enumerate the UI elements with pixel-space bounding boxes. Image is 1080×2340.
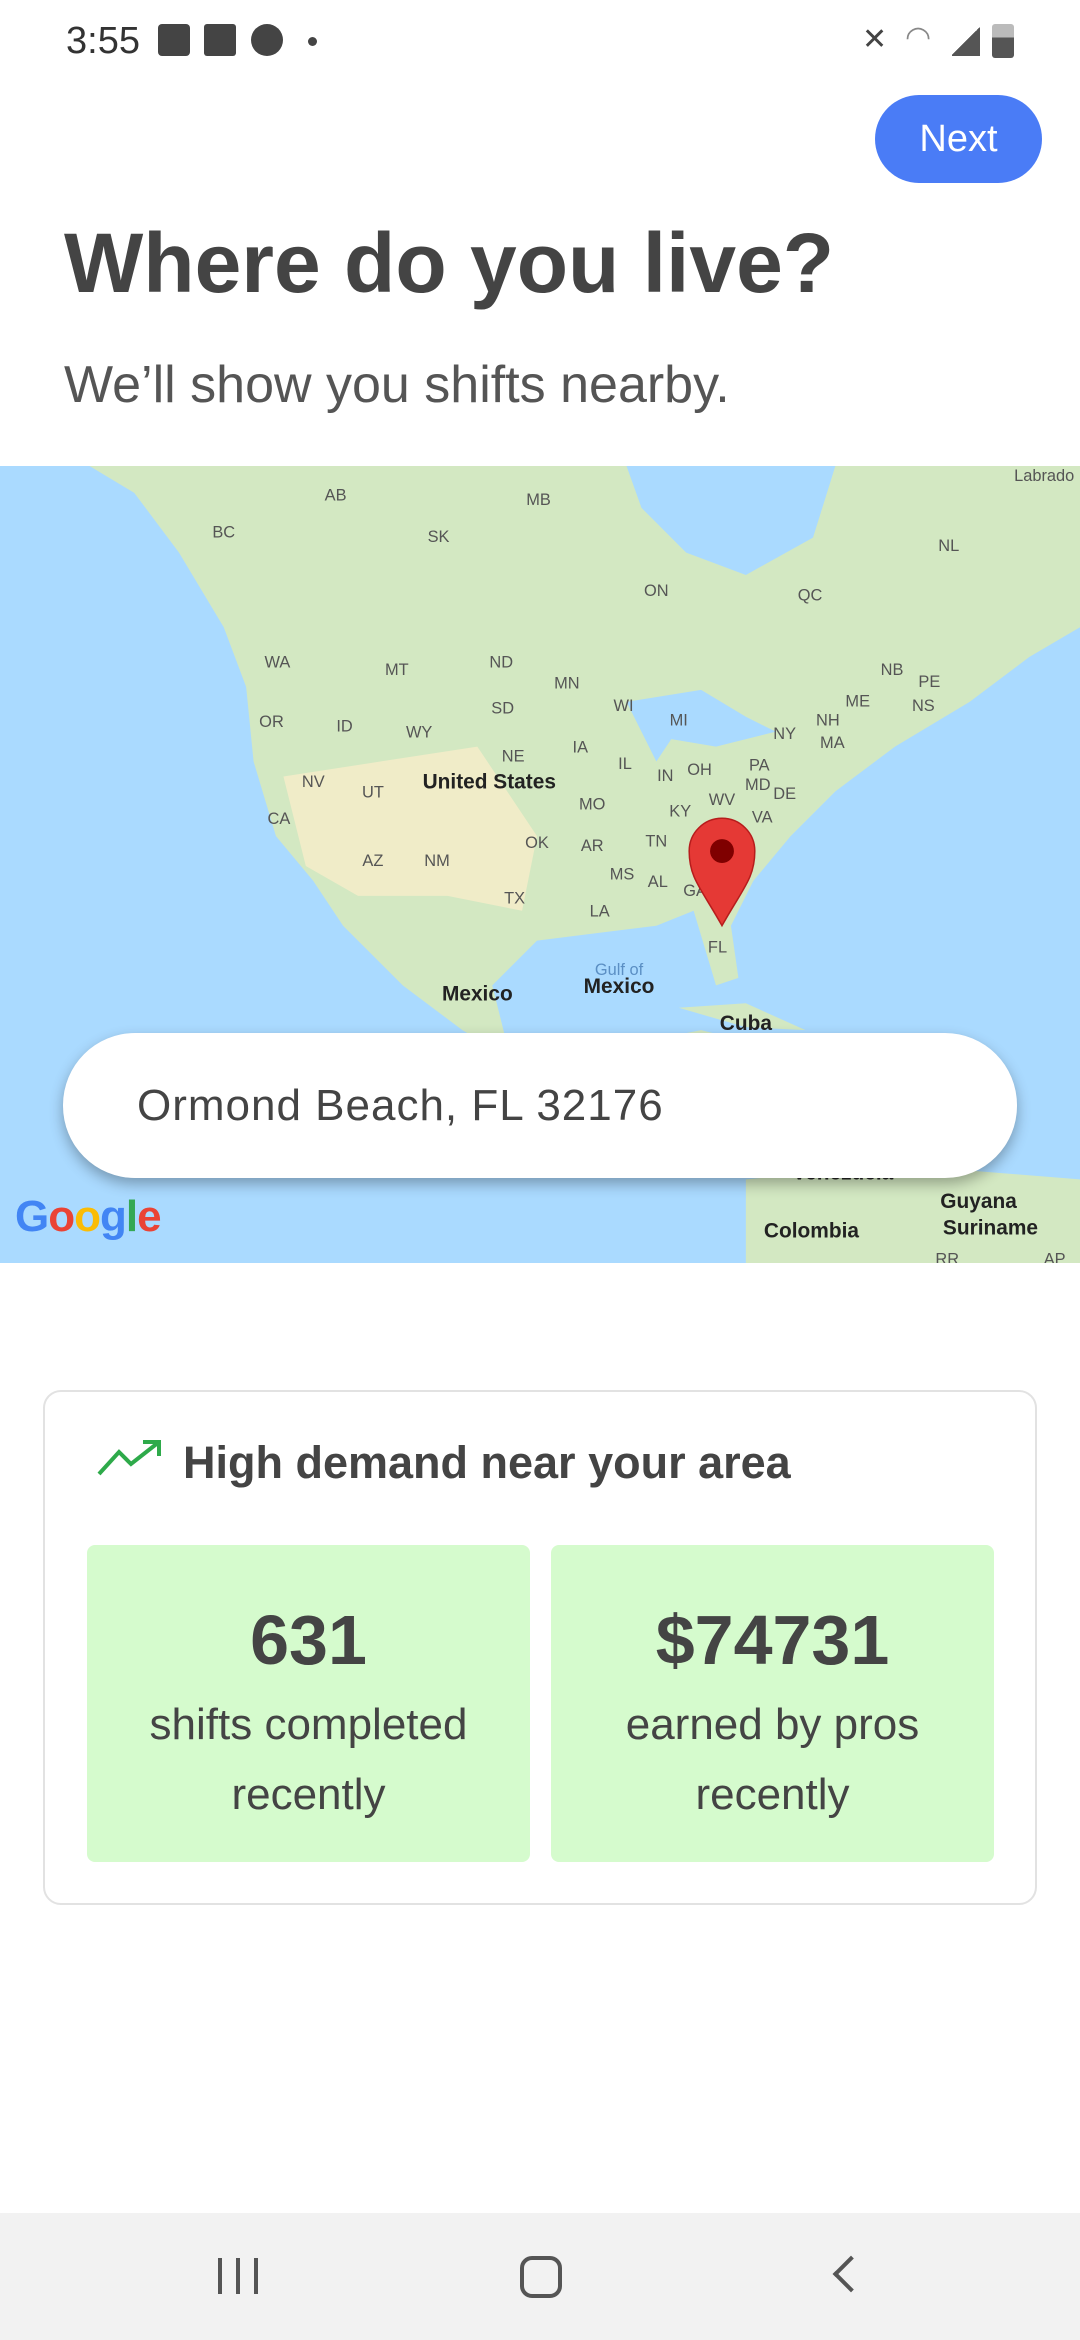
map-label: Colombia xyxy=(764,1220,859,1243)
map-label: NV xyxy=(302,773,325,791)
clock: 3:55 xyxy=(66,20,140,62)
wifi-icon: ◠ xyxy=(905,21,932,54)
map-label: NM xyxy=(424,852,450,870)
map-label: IL xyxy=(618,755,632,773)
map-label: MB xyxy=(526,491,551,509)
map-label: DE xyxy=(773,785,796,803)
map-label: MI xyxy=(670,712,688,730)
map-label: NS xyxy=(912,697,935,715)
map-label: IA xyxy=(573,739,589,757)
google-logo: Google xyxy=(15,1192,162,1241)
map-label: Suriname xyxy=(943,1217,1038,1240)
map-label: NH xyxy=(816,712,840,730)
map-label: MA xyxy=(820,734,845,752)
mute-icon: ✕ xyxy=(862,23,888,56)
map-label: MD xyxy=(745,776,771,794)
map-label: ND xyxy=(489,653,513,671)
map-label: QC xyxy=(798,586,823,604)
navigation-bar xyxy=(0,2213,1080,2340)
map-label: TN xyxy=(645,833,667,851)
recents-button[interactable] xyxy=(218,2258,258,2294)
map-label: WI xyxy=(614,697,634,715)
map-label: NY xyxy=(773,725,796,743)
stat-tile-shifts: 631 shifts completed recently xyxy=(87,1545,530,1862)
map-label: MO xyxy=(579,795,605,813)
trending-up-icon xyxy=(97,1440,161,1476)
back-button[interactable] xyxy=(832,2255,870,2293)
map-label: LA xyxy=(590,903,610,921)
map-label: United States xyxy=(423,770,556,793)
map-label: WY xyxy=(406,724,432,742)
map-label: SK xyxy=(428,528,450,546)
map-label: AL xyxy=(648,873,668,891)
signal-icon xyxy=(952,26,980,56)
map-label: OR xyxy=(259,713,284,731)
map-label: Mexico xyxy=(442,982,513,1005)
map-label: AR xyxy=(581,837,604,855)
home-button[interactable] xyxy=(520,2256,562,2298)
map-label: WA xyxy=(265,653,291,671)
account-icon xyxy=(251,24,283,56)
map-label: NB xyxy=(881,661,904,679)
map-label: ME xyxy=(845,692,870,710)
map-label: TX xyxy=(504,889,525,907)
map-label: NL xyxy=(938,537,959,555)
map-label: Guyana xyxy=(940,1190,1017,1213)
map-label: KY xyxy=(669,803,691,821)
demand-title: High demand near your area xyxy=(183,1437,791,1488)
map-label: WV xyxy=(709,791,735,809)
map-label: Cuba xyxy=(720,1012,773,1035)
map-label: Mexico xyxy=(584,975,655,998)
battery-icon xyxy=(992,24,1014,58)
map-label: SD xyxy=(491,700,514,718)
map-label: MN xyxy=(554,674,580,692)
stat-label: earned by pros recently xyxy=(625,1700,920,1819)
map-label: AZ xyxy=(362,852,383,870)
stat-value: 631 xyxy=(250,1601,367,1679)
map-label: AB xyxy=(325,486,347,504)
map-label: AP xyxy=(1044,1250,1066,1263)
map-label: VA xyxy=(752,809,773,827)
map-label: ON xyxy=(644,582,669,600)
map-label: IN xyxy=(657,767,673,785)
location-input[interactable]: Ormond Beach, FL 32176 xyxy=(63,1033,1017,1178)
map-label: FL xyxy=(708,939,727,957)
dot-icon xyxy=(308,37,317,46)
next-button[interactable]: Next xyxy=(875,95,1042,183)
map-label: CA xyxy=(268,810,291,828)
map-label: UT xyxy=(362,783,384,801)
map-label: RR xyxy=(935,1250,959,1263)
map-label: NE xyxy=(502,748,525,766)
page-subtitle: We’ll show you shifts nearby. xyxy=(64,356,730,414)
stat-tile-earnings: $74731 earned by pros recently xyxy=(551,1545,994,1862)
map-label: MS xyxy=(610,865,635,883)
status-bar: 3:55 ✕ ◠ xyxy=(0,0,1080,80)
map-label: Labrado xyxy=(1014,467,1074,485)
map-label: BC xyxy=(212,524,235,542)
stat-label: shifts completed recently xyxy=(149,1700,468,1819)
map-label: PA xyxy=(749,756,770,774)
map-label: OK xyxy=(525,834,549,852)
page-title: Where do you live? xyxy=(64,216,835,310)
map-label: PE xyxy=(918,673,940,691)
stat-value: $74731 xyxy=(655,1601,890,1679)
map-label: OH xyxy=(687,761,712,779)
map-label: MT xyxy=(385,661,409,679)
map-label: ID xyxy=(336,718,353,736)
image-icon xyxy=(158,24,190,56)
message-icon xyxy=(204,24,236,56)
